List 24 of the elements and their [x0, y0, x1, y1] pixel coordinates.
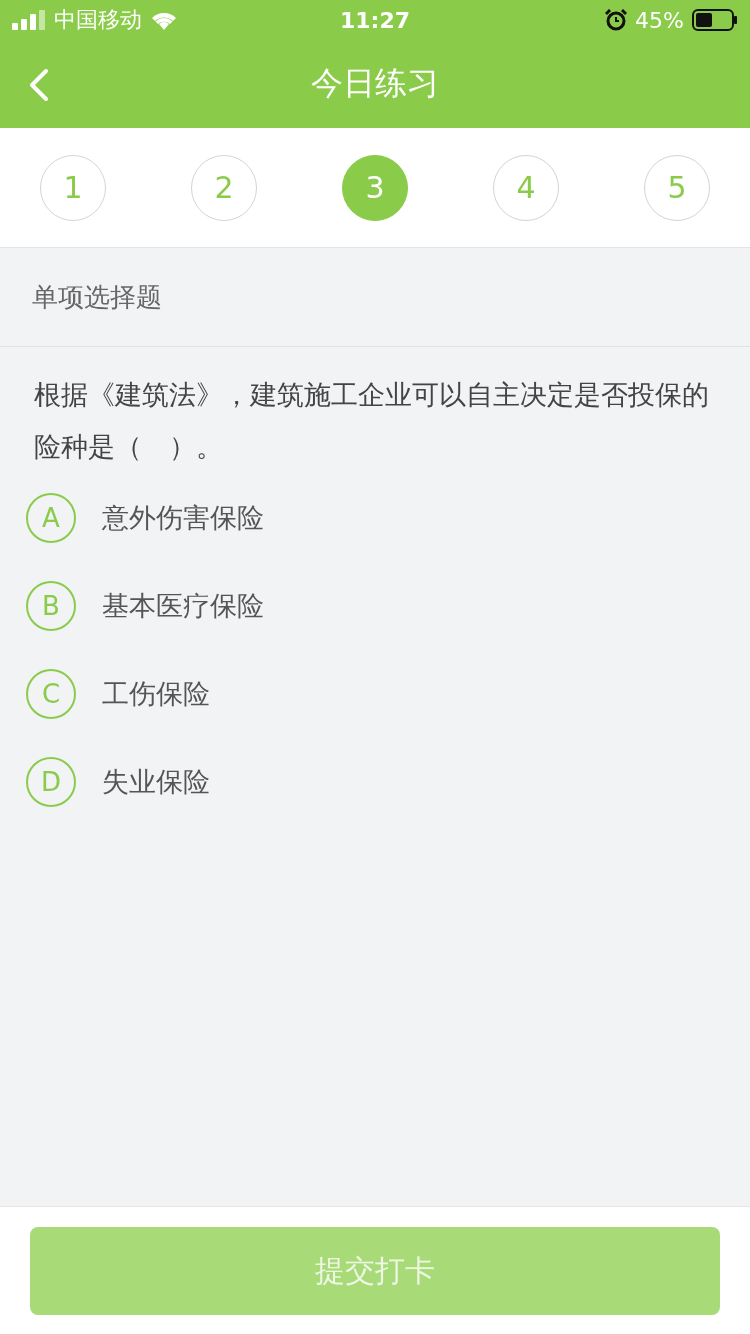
battery-icon [692, 9, 738, 31]
option-text[interactable]: 失业保险 [102, 764, 210, 800]
question-number-tab[interactable]: 3 [342, 154, 408, 221]
back-icon[interactable] [28, 68, 50, 102]
battery-percent: 45% [635, 7, 684, 33]
question-number-tab[interactable]: 2 [191, 154, 257, 221]
question-number-tab[interactable]: 1 [40, 154, 106, 221]
option-letter[interactable]: C [26, 669, 76, 719]
option-text[interactable]: 工伤保险 [102, 676, 210, 712]
question-number-tab[interactable]: 4 [493, 154, 559, 221]
question-number-tab[interactable]: 5 [644, 154, 710, 221]
question-text: 根据《建筑法》，建筑施工企业可以自主决定是否投保的险种是（ ）。 [34, 379, 709, 462]
option-letter[interactable]: B [26, 581, 76, 631]
option-letter[interactable]: D [26, 757, 76, 807]
carrier-name: 中国移动 [54, 6, 142, 34]
question-type-label: 单项选择题 [32, 280, 162, 314]
option-letter[interactable]: A [26, 493, 76, 543]
status-time: 11:27 [340, 7, 410, 33]
alarm-icon [605, 9, 628, 31]
signal-icon [12, 10, 46, 30]
wifi-icon [150, 10, 178, 30]
option-text[interactable]: 基本医疗保险 [102, 588, 264, 624]
page-title: 今日练习 [311, 63, 439, 104]
option-text[interactable]: 意外伤害保险 [102, 500, 264, 536]
